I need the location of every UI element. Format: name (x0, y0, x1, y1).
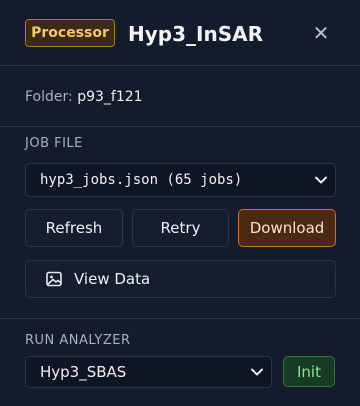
panel-header: Processor Hyp3_InSAR ✕ (0, 0, 360, 66)
retry-button[interactable]: Retry (132, 209, 229, 247)
analyzer-selected: Hyp3_SBAS (40, 363, 127, 381)
chevron-down-icon (307, 173, 335, 187)
job-file-label: JOB FILE (25, 136, 83, 151)
folder-info: Folder: p93_f121 (25, 86, 143, 108)
job-file-selected: hyp3_jobs.json (65 jobs) (40, 172, 243, 188)
init-button[interactable]: Init (283, 356, 335, 387)
view-data-button[interactable]: View Data (25, 260, 336, 298)
run-analyzer-label: RUN ANALYZER (25, 333, 131, 348)
image-icon (45, 270, 63, 288)
chevron-down-icon (243, 365, 271, 379)
download-button[interactable]: Download (238, 209, 336, 247)
close-icon[interactable]: ✕ (308, 20, 334, 46)
processor-badge: Processor (25, 19, 115, 47)
analyzer-select[interactable]: Hyp3_SBAS (25, 356, 272, 388)
folder-value: p93_f121 (77, 89, 143, 105)
section-divider (0, 126, 360, 127)
panel-title: Hyp3_InSAR (128, 22, 263, 46)
job-file-select[interactable]: hyp3_jobs.json (65 jobs) (25, 163, 336, 197)
refresh-button[interactable]: Refresh (25, 209, 123, 247)
folder-label: Folder: (25, 89, 73, 105)
view-data-label: View Data (74, 270, 151, 288)
section-divider (0, 318, 360, 319)
